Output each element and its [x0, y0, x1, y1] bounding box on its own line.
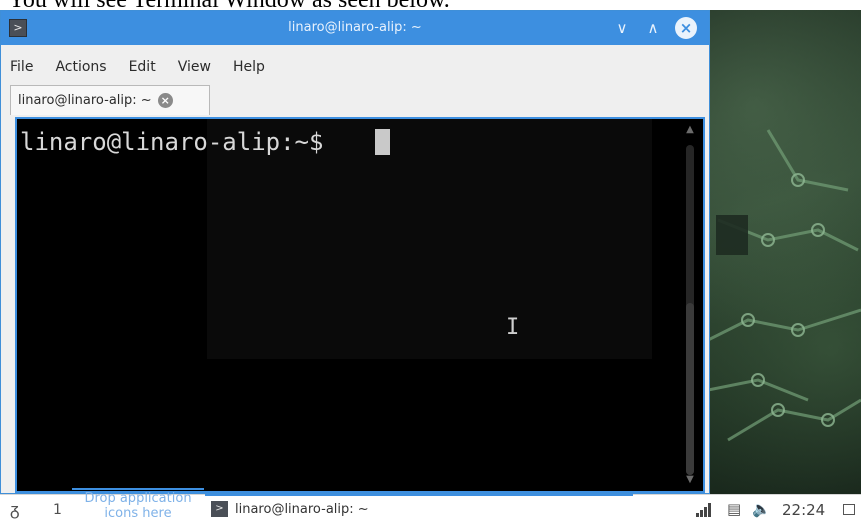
- taskbar-task-terminal[interactable]: > linaro@linaro-alip: ~: [205, 494, 633, 522]
- scroll-up-icon[interactable]: ▲: [683, 123, 697, 137]
- terminal-window: > linaro@linaro-alip: ~ ∨ ∧ × File Actio…: [0, 10, 710, 494]
- desktop-wallpaper: [708, 10, 861, 494]
- scroll-down-icon[interactable]: ▼: [683, 473, 697, 487]
- close-icon[interactable]: ×: [675, 17, 697, 39]
- menu-view[interactable]: View: [178, 59, 211, 75]
- circuit-pattern: [708, 129, 861, 442]
- vertical-scrollbar[interactable]: ▲ ▼: [683, 123, 697, 487]
- tab-terminal[interactable]: linaro@linaro-alip: ~ ×: [10, 85, 210, 115]
- maximize-icon[interactable]: ∧: [644, 18, 662, 38]
- menu-actions[interactable]: Actions: [55, 59, 106, 75]
- tab-label: linaro@linaro-alip: ~: [18, 93, 152, 108]
- desktop-switcher[interactable]: 1: [53, 502, 62, 518]
- text-cursor: [375, 129, 390, 155]
- terminal-area[interactable]: linaro@linaro-alip:~$ I ▲ ▼: [15, 117, 705, 493]
- tab-close-icon[interactable]: ×: [157, 93, 173, 108]
- tab-bar: linaro@linaro-alip: ~ ×: [1, 85, 709, 117]
- drop-text-line1: Drop application: [84, 491, 192, 506]
- window-titlebar[interactable]: > linaro@linaro-alip: ~ ∨ ∧ ×: [1, 11, 709, 45]
- scroll-track[interactable]: [686, 145, 694, 475]
- menu-file[interactable]: File: [10, 59, 33, 75]
- shell-prompt: linaro@linaro-alip:~$: [20, 128, 338, 156]
- volume-icon[interactable]: 🔈: [752, 500, 771, 518]
- terminal-task-icon: >: [211, 501, 228, 517]
- start-menu-icon[interactable]: ᵹ: [10, 500, 19, 520]
- window-title: linaro@linaro-alip: ~: [288, 20, 422, 35]
- drop-text-line2: icons here: [104, 506, 172, 521]
- menu-bar: File Actions Edit View Help: [1, 55, 709, 79]
- menu-help[interactable]: Help: [233, 59, 265, 75]
- minimize-icon[interactable]: ∨: [613, 18, 631, 38]
- show-desktop-icon[interactable]: [843, 504, 855, 515]
- usb-icon[interactable]: ▤: [727, 500, 741, 518]
- mouse-ibeam-icon: I: [506, 315, 520, 340]
- task-label: linaro@linaro-alip: ~: [235, 501, 369, 517]
- menu-edit[interactable]: Edit: [129, 59, 156, 75]
- quick-launch-drop-zone[interactable]: Drop application icons here: [72, 488, 204, 522]
- network-signal-icon[interactable]: [696, 503, 714, 517]
- scroll-thumb[interactable]: [686, 303, 694, 475]
- clock[interactable]: 22:24: [782, 501, 825, 519]
- taskbar: ᵹ 1 Drop application icons here > linaro…: [0, 488, 861, 524]
